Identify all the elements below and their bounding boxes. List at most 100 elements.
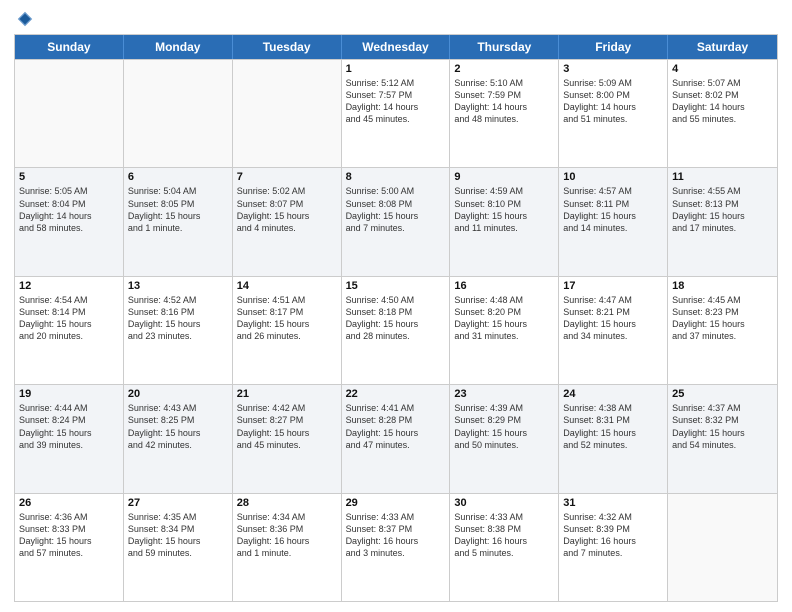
day-number: 12 bbox=[19, 280, 119, 292]
header-day-monday: Monday bbox=[124, 35, 233, 59]
day-info: Sunrise: 4:35 AM Sunset: 8:34 PM Dayligh… bbox=[128, 511, 228, 560]
day-number: 9 bbox=[454, 171, 554, 183]
calendar-cell bbox=[124, 60, 233, 167]
day-number: 5 bbox=[19, 171, 119, 183]
day-info: Sunrise: 4:45 AM Sunset: 8:23 PM Dayligh… bbox=[672, 294, 773, 343]
calendar-cell: 17 Sunrise: 4:47 AM Sunset: 8:21 PM Dayli… bbox=[559, 277, 668, 384]
page: SundayMondayTuesdayWednesdayThursdayFrid… bbox=[0, 0, 792, 612]
calendar-cell: 22 Sunrise: 4:41 AM Sunset: 8:28 PM Dayli… bbox=[342, 385, 451, 492]
day-number: 17 bbox=[563, 280, 663, 292]
calendar-row-0: 1Sunrise: 5:12 AM Sunset: 7:57 PM Daylig… bbox=[15, 59, 777, 167]
calendar-cell: 29 Sunrise: 4:33 AM Sunset: 8:37 PM Dayli… bbox=[342, 494, 451, 601]
calendar-cell bbox=[15, 60, 124, 167]
day-info: Sunrise: 4:42 AM Sunset: 8:27 PM Dayligh… bbox=[237, 402, 337, 451]
calendar-cell: 23 Sunrise: 4:39 AM Sunset: 8:29 PM Dayli… bbox=[450, 385, 559, 492]
day-number: 20 bbox=[128, 388, 228, 400]
day-number: 30 bbox=[454, 497, 554, 509]
calendar-row-4: 26Sunrise: 4:36 AM Sunset: 8:33 PM Dayli… bbox=[15, 493, 777, 601]
calendar-row-1: 5 Sunrise: 5:05 AM Sunset: 8:04 PM Daylig… bbox=[15, 167, 777, 275]
day-info: Sunrise: 4:32 AM Sunset: 8:39 PM Dayligh… bbox=[563, 511, 663, 560]
day-info: Sunrise: 4:38 AM Sunset: 8:31 PM Dayligh… bbox=[563, 402, 663, 451]
logo-icon bbox=[16, 10, 34, 28]
day-info: Sunrise: 4:57 AM Sunset: 8:11 PM Dayligh… bbox=[563, 185, 663, 234]
header-day-tuesday: Tuesday bbox=[233, 35, 342, 59]
day-number: 2 bbox=[454, 63, 554, 75]
day-info: Sunrise: 5:05 AM Sunset: 8:04 PM Dayligh… bbox=[19, 185, 119, 234]
calendar-cell: 6 Sunrise: 5:04 AM Sunset: 8:05 PM Daylig… bbox=[124, 168, 233, 275]
calendar-cell bbox=[668, 494, 777, 601]
day-number: 27 bbox=[128, 497, 228, 509]
calendar-cell: 10 Sunrise: 4:57 AM Sunset: 8:11 PM Dayli… bbox=[559, 168, 668, 275]
header bbox=[14, 10, 778, 28]
calendar-cell: 1Sunrise: 5:12 AM Sunset: 7:57 PM Daylig… bbox=[342, 60, 451, 167]
header-day-friday: Friday bbox=[559, 35, 668, 59]
logo bbox=[14, 10, 34, 28]
day-info: Sunrise: 4:55 AM Sunset: 8:13 PM Dayligh… bbox=[672, 185, 773, 234]
day-info: Sunrise: 5:07 AM Sunset: 8:02 PM Dayligh… bbox=[672, 77, 773, 126]
day-number: 31 bbox=[563, 497, 663, 509]
day-number: 6 bbox=[128, 171, 228, 183]
day-number: 29 bbox=[346, 497, 446, 509]
calendar-cell: 16 Sunrise: 4:48 AM Sunset: 8:20 PM Dayli… bbox=[450, 277, 559, 384]
day-number: 3 bbox=[563, 63, 663, 75]
calendar-cell: 12 Sunrise: 4:54 AM Sunset: 8:14 PM Dayli… bbox=[15, 277, 124, 384]
day-info: Sunrise: 4:52 AM Sunset: 8:16 PM Dayligh… bbox=[128, 294, 228, 343]
calendar-cell: 21 Sunrise: 4:42 AM Sunset: 8:27 PM Dayli… bbox=[233, 385, 342, 492]
calendar-body: 1Sunrise: 5:12 AM Sunset: 7:57 PM Daylig… bbox=[15, 59, 777, 601]
calendar-cell: 15 Sunrise: 4:50 AM Sunset: 8:18 PM Dayli… bbox=[342, 277, 451, 384]
day-number: 25 bbox=[672, 388, 773, 400]
day-number: 22 bbox=[346, 388, 446, 400]
day-number: 21 bbox=[237, 388, 337, 400]
day-info: Sunrise: 4:50 AM Sunset: 8:18 PM Dayligh… bbox=[346, 294, 446, 343]
calendar: SundayMondayTuesdayWednesdayThursdayFrid… bbox=[14, 34, 778, 602]
day-number: 24 bbox=[563, 388, 663, 400]
day-info: Sunrise: 5:04 AM Sunset: 8:05 PM Dayligh… bbox=[128, 185, 228, 234]
day-number: 8 bbox=[346, 171, 446, 183]
day-number: 16 bbox=[454, 280, 554, 292]
calendar-cell: 26Sunrise: 4:36 AM Sunset: 8:33 PM Dayli… bbox=[15, 494, 124, 601]
calendar-cell: 11 Sunrise: 4:55 AM Sunset: 8:13 PM Dayli… bbox=[668, 168, 777, 275]
calendar-cell: 25 Sunrise: 4:37 AM Sunset: 8:32 PM Dayli… bbox=[668, 385, 777, 492]
day-info: Sunrise: 5:10 AM Sunset: 7:59 PM Dayligh… bbox=[454, 77, 554, 126]
calendar-cell: 2 Sunrise: 5:10 AM Sunset: 7:59 PM Daylig… bbox=[450, 60, 559, 167]
day-info: Sunrise: 5:00 AM Sunset: 8:08 PM Dayligh… bbox=[346, 185, 446, 234]
calendar-cell: 31 Sunrise: 4:32 AM Sunset: 8:39 PM Dayli… bbox=[559, 494, 668, 601]
calendar-cell: 14Sunrise: 4:51 AM Sunset: 8:17 PM Dayli… bbox=[233, 277, 342, 384]
header-day-thursday: Thursday bbox=[450, 35, 559, 59]
day-number: 11 bbox=[672, 171, 773, 183]
calendar-cell: 20 Sunrise: 4:43 AM Sunset: 8:25 PM Dayli… bbox=[124, 385, 233, 492]
day-number: 19 bbox=[19, 388, 119, 400]
calendar-header: SundayMondayTuesdayWednesdayThursdayFrid… bbox=[15, 35, 777, 59]
day-info: Sunrise: 5:02 AM Sunset: 8:07 PM Dayligh… bbox=[237, 185, 337, 234]
header-day-saturday: Saturday bbox=[668, 35, 777, 59]
calendar-cell: 19Sunrise: 4:44 AM Sunset: 8:24 PM Dayli… bbox=[15, 385, 124, 492]
day-info: Sunrise: 4:41 AM Sunset: 8:28 PM Dayligh… bbox=[346, 402, 446, 451]
calendar-cell: 27 Sunrise: 4:35 AM Sunset: 8:34 PM Dayli… bbox=[124, 494, 233, 601]
day-info: Sunrise: 4:47 AM Sunset: 8:21 PM Dayligh… bbox=[563, 294, 663, 343]
day-number: 18 bbox=[672, 280, 773, 292]
calendar-cell: 24 Sunrise: 4:38 AM Sunset: 8:31 PM Dayli… bbox=[559, 385, 668, 492]
day-number: 28 bbox=[237, 497, 337, 509]
day-info: Sunrise: 4:59 AM Sunset: 8:10 PM Dayligh… bbox=[454, 185, 554, 234]
calendar-cell: 28Sunrise: 4:34 AM Sunset: 8:36 PM Dayli… bbox=[233, 494, 342, 601]
day-number: 7 bbox=[237, 171, 337, 183]
day-number: 1 bbox=[346, 63, 446, 75]
day-info: Sunrise: 4:36 AM Sunset: 8:33 PM Dayligh… bbox=[19, 511, 119, 560]
day-number: 4 bbox=[672, 63, 773, 75]
day-info: Sunrise: 4:33 AM Sunset: 8:37 PM Dayligh… bbox=[346, 511, 446, 560]
day-number: 10 bbox=[563, 171, 663, 183]
day-info: Sunrise: 4:37 AM Sunset: 8:32 PM Dayligh… bbox=[672, 402, 773, 451]
calendar-cell: 13Sunrise: 4:52 AM Sunset: 8:16 PM Dayli… bbox=[124, 277, 233, 384]
day-info: Sunrise: 4:54 AM Sunset: 8:14 PM Dayligh… bbox=[19, 294, 119, 343]
day-info: Sunrise: 4:43 AM Sunset: 8:25 PM Dayligh… bbox=[128, 402, 228, 451]
day-number: 23 bbox=[454, 388, 554, 400]
calendar-cell: 18 Sunrise: 4:45 AM Sunset: 8:23 PM Dayli… bbox=[668, 277, 777, 384]
day-info: Sunrise: 4:39 AM Sunset: 8:29 PM Dayligh… bbox=[454, 402, 554, 451]
day-info: Sunrise: 4:51 AM Sunset: 8:17 PM Dayligh… bbox=[237, 294, 337, 343]
day-info: Sunrise: 4:48 AM Sunset: 8:20 PM Dayligh… bbox=[454, 294, 554, 343]
calendar-cell: 8 Sunrise: 5:00 AM Sunset: 8:08 PM Daylig… bbox=[342, 168, 451, 275]
day-number: 15 bbox=[346, 280, 446, 292]
calendar-cell: 9 Sunrise: 4:59 AM Sunset: 8:10 PM Daylig… bbox=[450, 168, 559, 275]
calendar-cell: 30 Sunrise: 4:33 AM Sunset: 8:38 PM Dayli… bbox=[450, 494, 559, 601]
day-info: Sunrise: 4:33 AM Sunset: 8:38 PM Dayligh… bbox=[454, 511, 554, 560]
